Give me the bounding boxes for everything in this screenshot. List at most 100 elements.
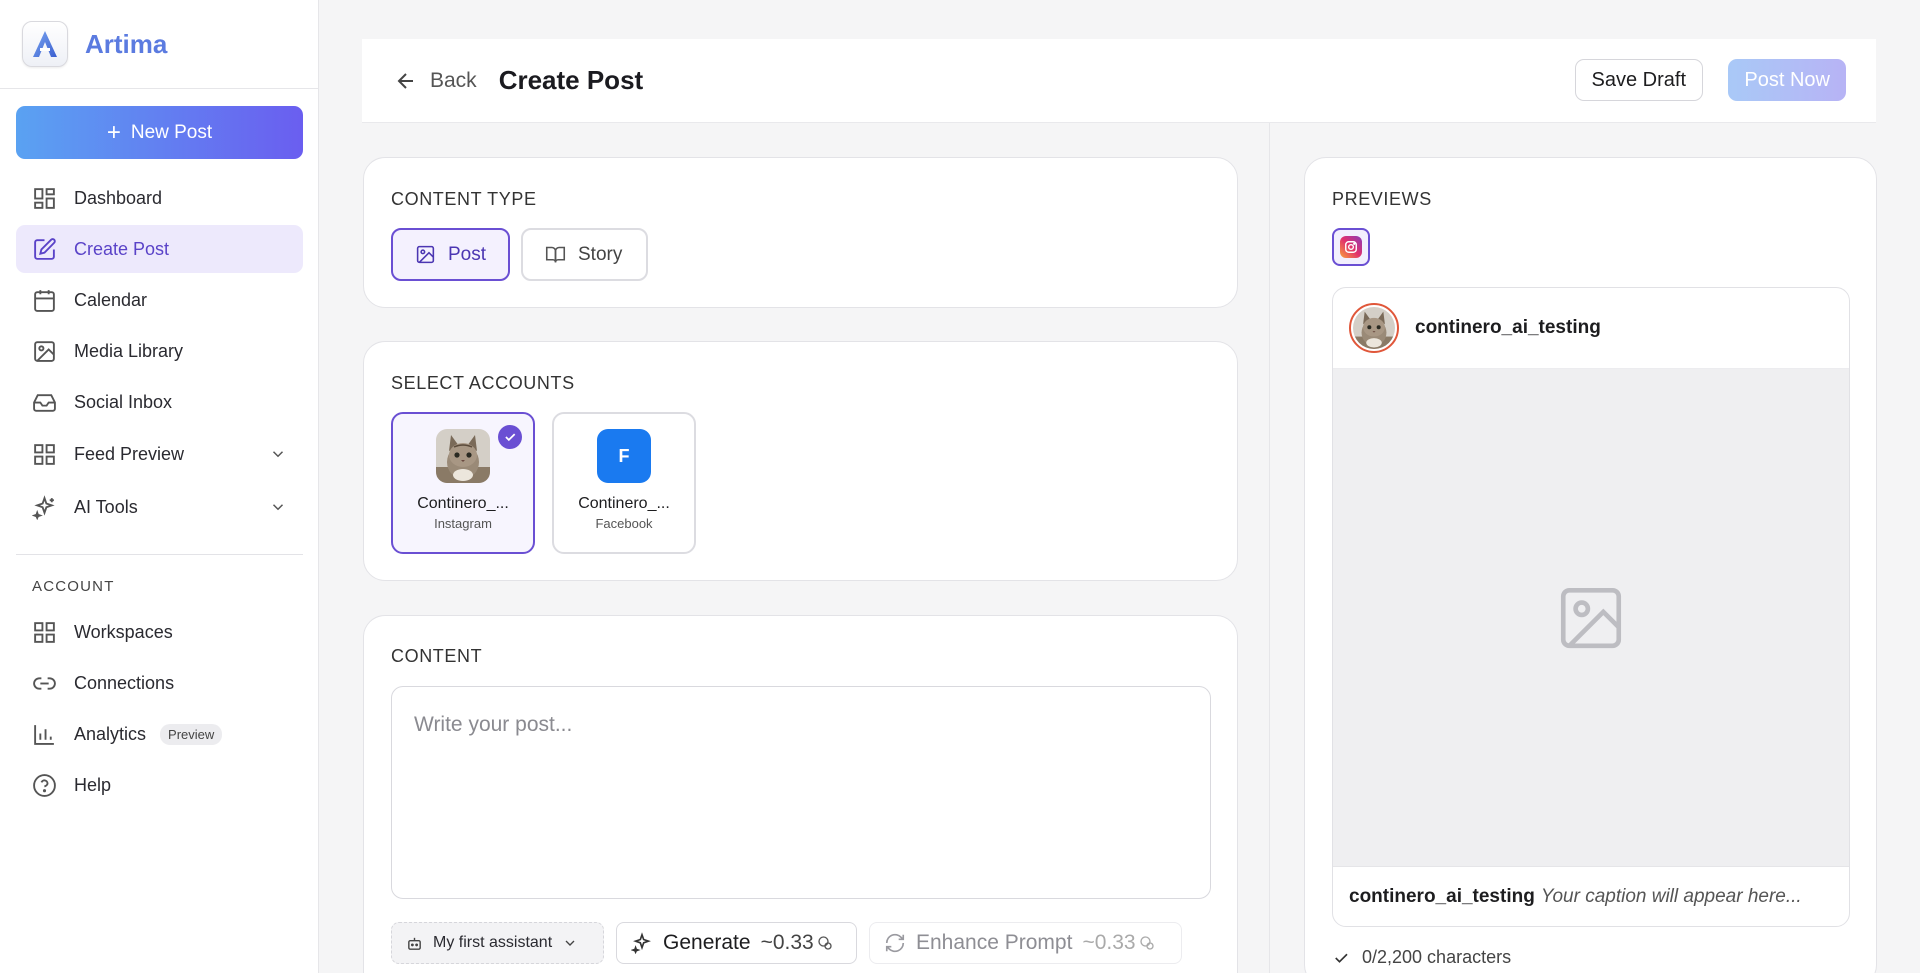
content-type-post-button[interactable]: Post xyxy=(391,228,510,281)
sidebar-item-analytics[interactable]: Analytics Preview xyxy=(16,710,303,758)
sidebar-item-feed-preview[interactable]: Feed Preview xyxy=(16,430,303,478)
select-accounts-title: SELECT ACCOUNTS xyxy=(391,373,575,393)
previews-title: PREVIEWS xyxy=(1332,189,1432,209)
sidebar-item-label: Help xyxy=(74,774,112,795)
bar-chart-icon xyxy=(34,724,54,745)
character-count-text: 0/2,200 characters xyxy=(1362,947,1512,967)
enhance-prompt-button[interactable]: Enhance Prompt ~0.33 xyxy=(869,922,1182,964)
bot-icon xyxy=(408,937,421,950)
content-type-story-button[interactable]: Story xyxy=(521,228,648,281)
sidebar-item-label: Analytics xyxy=(74,723,147,744)
instagram-icon xyxy=(1340,236,1362,258)
account-name: Continero_... xyxy=(417,495,509,512)
instagram-preview-tab[interactable] xyxy=(1332,228,1370,266)
preview-header: continero_ai_testing xyxy=(1333,288,1849,369)
sparkles-icon xyxy=(32,494,55,520)
inbox-icon xyxy=(33,393,56,412)
refresh-icon xyxy=(885,933,905,953)
sidebar-item-ai-tools[interactable]: AI Tools xyxy=(16,483,303,531)
chevron-down-icon[interactable] xyxy=(269,498,287,516)
preview-username: continero_ai_testing xyxy=(1415,317,1601,338)
link-icon xyxy=(33,676,56,690)
sidebar-item-calendar[interactable]: Calendar xyxy=(16,276,303,324)
sidebar-item-label: Create Post xyxy=(74,238,170,259)
assistant-label: My first assistant xyxy=(433,934,553,951)
sidebar-item-media-library[interactable]: Media Library xyxy=(16,327,303,375)
page-title: Create Post xyxy=(498,65,644,95)
sidebar-item-create-post[interactable]: Create Post xyxy=(16,225,303,273)
save-draft-button[interactable]: Save Draft xyxy=(1574,59,1703,101)
page-header: Back Create Post Save Draft Post Now xyxy=(362,39,1876,123)
sidebar-item-social-inbox[interactable]: Social Inbox xyxy=(16,378,303,426)
sidebar-item-label: Media Library xyxy=(74,340,184,361)
coin-icon xyxy=(818,936,832,950)
enhance-cost: ~0.33 xyxy=(1082,931,1136,954)
image-icon xyxy=(416,245,435,264)
chevron-down-icon[interactable] xyxy=(269,445,287,463)
sidebar-item-label: Social Inbox xyxy=(74,391,173,412)
sidebar-item-label: Calendar xyxy=(74,289,148,310)
brand[interactable]: Artima xyxy=(0,0,318,89)
sidebar: Artima + New Post Dashboard Create Post … xyxy=(0,0,319,973)
post-text-input[interactable] xyxy=(391,686,1211,899)
sidebar-item-connections[interactable]: Connections xyxy=(16,659,303,707)
cat-avatar xyxy=(1349,303,1399,353)
sidebar-item-help[interactable]: Help xyxy=(16,761,303,809)
account-platform: Instagram xyxy=(434,516,492,531)
facebook-avatar: F xyxy=(597,429,651,483)
sidebar-item-workspaces[interactable]: Workspaces xyxy=(16,608,303,656)
enhance-label: Enhance Prompt xyxy=(916,931,1073,954)
post-now-button[interactable]: Post Now xyxy=(1728,59,1846,101)
sidebar-item-label: Dashboard xyxy=(74,187,163,208)
chevron-down-icon xyxy=(565,940,575,946)
content-type-label: Post xyxy=(447,243,486,265)
grid-icon xyxy=(34,443,55,465)
content-type-title: CONTENT TYPE xyxy=(391,189,537,209)
book-open-icon xyxy=(545,246,566,263)
back-button[interactable]: Back xyxy=(394,69,477,93)
sidebar-item-label: Workspaces xyxy=(74,621,173,642)
new-post-button[interactable]: + New Post xyxy=(16,106,303,159)
sparkles-icon xyxy=(631,932,651,954)
preview-badge: Preview xyxy=(160,723,223,745)
sidebar-item-label: AI Tools xyxy=(74,496,138,517)
sidebar-divider xyxy=(16,554,303,555)
main-nav: Dashboard Create Post Calendar Media Lib… xyxy=(16,174,303,534)
generate-button[interactable]: Generate ~0.33 xyxy=(616,922,857,964)
arrow-left-icon xyxy=(397,72,413,89)
caption-username: continero_ai_testing xyxy=(1349,886,1535,907)
character-count: 0/2,200 characters xyxy=(1332,947,1511,968)
content-type-label: Story xyxy=(578,243,623,265)
assistant-select[interactable]: My first assistant xyxy=(391,922,604,964)
content-card: CONTENT xyxy=(363,615,1238,973)
generate-cost: ~0.33 xyxy=(760,931,814,954)
edit-icon xyxy=(34,237,56,260)
back-label: Back xyxy=(430,68,477,92)
plus-icon: + xyxy=(106,118,121,146)
check-icon xyxy=(498,425,522,449)
select-accounts-card: SELECT ACCOUNTS Continero_... Instagram … xyxy=(363,341,1238,581)
calendar-icon xyxy=(34,289,55,312)
account-name: Continero_... xyxy=(578,495,670,512)
sidebar-item-label: Connections xyxy=(74,672,175,693)
account-card-facebook[interactable]: F Continero_... Facebook xyxy=(552,412,696,554)
account-platform: Facebook xyxy=(595,516,653,531)
sidebar-item-label: Feed Preview xyxy=(74,443,185,464)
new-post-label: New Post xyxy=(130,121,213,143)
image-icon xyxy=(34,340,55,362)
account-nav: Workspaces Connections Analytics Preview… xyxy=(16,608,303,812)
previews-card: PREVIEWS continero_ai_testing continero_… xyxy=(1304,157,1877,973)
generate-label: Generate xyxy=(663,931,751,954)
content-title: CONTENT xyxy=(391,646,483,666)
help-circle-icon xyxy=(33,773,56,797)
preview-caption: continero_ai_testing Your caption will a… xyxy=(1333,867,1849,926)
coin-icon xyxy=(1139,936,1154,950)
image-icon xyxy=(1560,587,1622,648)
instagram-post-preview: continero_ai_testing continero_ai_testin… xyxy=(1332,287,1850,927)
sidebar-item-dashboard[interactable]: Dashboard xyxy=(16,174,303,222)
cat-avatar xyxy=(436,429,490,483)
content-type-card: CONTENT TYPE Post Story xyxy=(363,157,1238,308)
account-card-instagram[interactable]: Continero_... Instagram xyxy=(391,412,535,554)
image-placeholder xyxy=(1333,369,1849,867)
caption-placeholder: Your caption will appear here... xyxy=(1540,886,1802,907)
